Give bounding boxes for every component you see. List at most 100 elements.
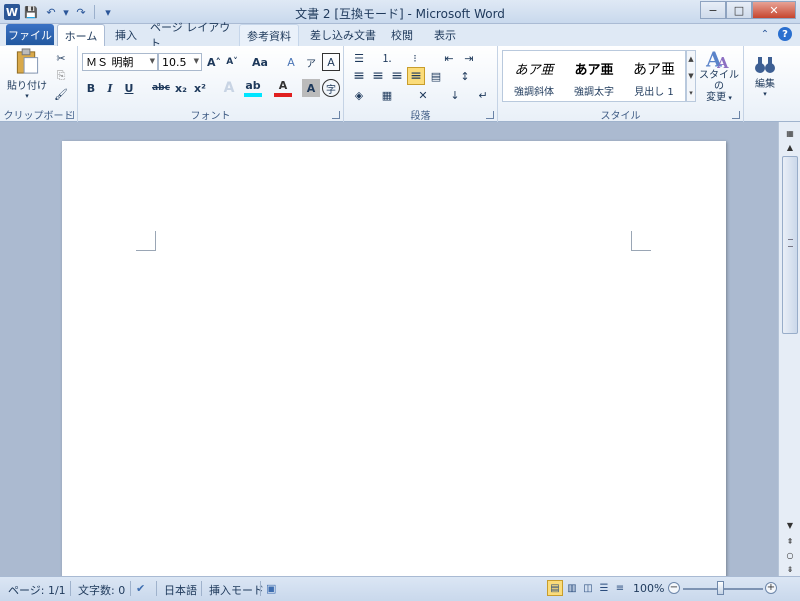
window-title: 文書 2 [互換モード] - Microsoft Word — [295, 7, 505, 21]
minimize-button[interactable]: − — [700, 1, 726, 19]
tab-home[interactable]: ホーム — [57, 24, 105, 46]
page-count[interactable]: ページ: 1/1 — [8, 582, 66, 598]
paragraph-launcher-icon[interactable] — [486, 111, 494, 119]
paste-dropdown-icon[interactable]: ▾ — [25, 92, 29, 100]
scroll-up-icon[interactable]: ▲ — [782, 140, 798, 154]
scroll-thumb[interactable] — [782, 156, 798, 334]
tab-view[interactable]: 表示 — [426, 24, 464, 46]
tab-review[interactable]: 校閲 — [385, 24, 419, 46]
ruler-toggle-icon[interactable]: ▦ — [782, 126, 798, 140]
paste-button[interactable]: 貼り付け ▾ — [6, 48, 48, 100]
minimize-ribbon-icon[interactable]: ⌃ — [758, 27, 772, 41]
format-painter-icon[interactable]: 🖌 — [52, 85, 70, 103]
show-marks-icon[interactable]: ↵ — [474, 86, 492, 104]
justify-icon[interactable]: ≡ — [407, 67, 425, 85]
zoom-slider-thumb[interactable] — [717, 581, 724, 595]
multilevel-list-icon[interactable]: ⁝ — [406, 49, 424, 67]
enclose-characters-icon[interactable]: 字 — [322, 79, 340, 97]
borders-icon[interactable]: ▦ — [378, 86, 396, 104]
style-emphasis-italic[interactable]: あア亜 強調斜体 — [505, 53, 563, 99]
tab-file[interactable]: ファイル — [6, 24, 54, 45]
status-divider — [201, 581, 202, 596]
change-case-icon[interactable]: Aa — [248, 53, 272, 71]
clipboard-launcher-icon[interactable] — [66, 111, 74, 119]
previous-page-icon[interactable]: ⇞ — [782, 534, 798, 548]
tab-insert[interactable]: 挿入 — [108, 24, 144, 46]
align-right-icon[interactable]: ≡ — [388, 67, 406, 85]
editing-button[interactable]: 編集 ▾ — [748, 48, 782, 104]
print-layout-view-icon[interactable]: ▤ — [547, 580, 563, 596]
editing-dropdown-icon[interactable]: ▾ — [763, 90, 767, 98]
vertical-scrollbar[interactable]: ▦ ▲ ▼ ⇞ ○ ⇟ — [778, 122, 800, 576]
word-count[interactable]: 文字数: 0 — [78, 582, 125, 598]
font-size-value: 10.5 — [162, 55, 187, 69]
sort-icon[interactable]: ↓ — [446, 86, 464, 104]
gallery-more-icon[interactable]: ▾ — [687, 85, 695, 102]
margin-corner-top-right — [631, 231, 651, 251]
insert-mode-indicator[interactable]: 挿入モード — [209, 582, 264, 598]
character-shading-icon[interactable]: A — [302, 79, 320, 97]
next-page-icon[interactable]: ⇟ — [782, 562, 798, 576]
clear-formatting-icon[interactable]: A — [282, 53, 300, 71]
phonetic-guide-icon[interactable]: ア — [302, 53, 320, 71]
underline-icon[interactable]: U — [120, 79, 138, 97]
zoom-out-icon[interactable]: − — [668, 582, 680, 594]
superscript-icon[interactable]: x² — [191, 79, 209, 97]
style-name: 見出し 1 — [634, 87, 674, 98]
font-name-dropdown-icon[interactable]: ▼ — [150, 57, 155, 65]
macro-record-icon[interactable]: ▣ — [266, 582, 276, 595]
gallery-down-icon[interactable]: ▼ — [687, 68, 695, 85]
document-area — [0, 122, 778, 581]
increase-indent-icon[interactable]: ⇥ — [460, 49, 478, 67]
numbering-icon[interactable]: ⒈ — [378, 49, 396, 67]
font-size-combo[interactable]: 10.5 ▼ — [158, 53, 202, 71]
text-effects-icon[interactable]: A — [220, 79, 238, 97]
asian-layout-icon[interactable]: ✕ — [414, 86, 432, 104]
font-size-dropdown-icon[interactable]: ▼ — [194, 57, 199, 65]
scroll-down-icon[interactable]: ▼ — [782, 518, 798, 532]
styles-launcher-icon[interactable] — [732, 111, 740, 119]
shading-icon[interactable]: ◈ — [350, 86, 368, 104]
grow-font-icon[interactable]: A˄ — [205, 53, 223, 71]
zoom-in-icon[interactable]: + — [765, 582, 777, 594]
change-styles-button[interactable]: A A スタイルの 変更 ▾ — [696, 48, 742, 104]
style-emphasis-bold[interactable]: あア亜 強調太字 — [565, 53, 623, 99]
line-spacing-icon[interactable]: ↕ — [456, 67, 474, 85]
web-layout-icon[interactable]: ◫ — [580, 580, 596, 596]
style-heading-1[interactable]: あア亜 見出し 1 — [625, 53, 683, 99]
gallery-up-icon[interactable]: ▲ — [687, 51, 695, 68]
svg-text:A: A — [716, 55, 729, 70]
shrink-font-icon[interactable]: A˅ — [223, 53, 241, 71]
align-left-icon[interactable]: ≡ — [350, 67, 368, 85]
highlight-color-icon[interactable]: ab — [244, 77, 262, 97]
tab-mailings[interactable]: 差し込み文書 — [304, 24, 382, 46]
document-page[interactable] — [62, 141, 726, 581]
font-color-icon[interactable]: A — [274, 77, 292, 97]
bold-icon[interactable]: B — [82, 79, 100, 97]
full-screen-reading-icon[interactable]: ▥ — [564, 580, 580, 596]
subscript-icon[interactable]: x₂ — [172, 79, 190, 97]
italic-icon[interactable]: I — [101, 79, 119, 97]
decrease-indent-icon[interactable]: ⇤ — [440, 49, 458, 67]
tab-page-layout[interactable]: ページ レイアウト — [150, 21, 236, 50]
distributed-icon[interactable]: ▤ — [427, 67, 445, 85]
zoom-level[interactable]: 100% — [633, 582, 664, 595]
close-button[interactable]: ✕ — [752, 1, 796, 19]
style-gallery-scroll[interactable]: ▲ ▼ ▾ — [686, 50, 696, 102]
copy-icon[interactable]: ⎘ — [52, 67, 70, 85]
draft-view-icon[interactable]: ≡ — [612, 580, 628, 596]
language-indicator[interactable]: 日本語 — [164, 582, 197, 598]
font-name-combo[interactable]: ＭＳ 明朝 ▼ — [82, 53, 158, 71]
tab-references[interactable]: 参考資料 — [239, 24, 299, 46]
cut-icon[interactable]: ✂ — [52, 49, 70, 67]
proofing-icon[interactable]: ✔ — [136, 582, 145, 595]
select-browse-object-icon[interactable]: ○ — [782, 548, 798, 562]
center-icon[interactable]: ≡ — [369, 67, 387, 85]
bullets-icon[interactable]: ☰ — [350, 49, 368, 67]
maximize-button[interactable]: □ — [726, 1, 752, 19]
outline-view-icon[interactable]: ☰ — [596, 580, 612, 596]
help-icon[interactable]: ? — [778, 27, 792, 41]
character-border-icon[interactable]: A — [322, 53, 340, 71]
strikethrough-icon[interactable]: abc — [152, 79, 170, 97]
font-launcher-icon[interactable] — [332, 111, 340, 119]
